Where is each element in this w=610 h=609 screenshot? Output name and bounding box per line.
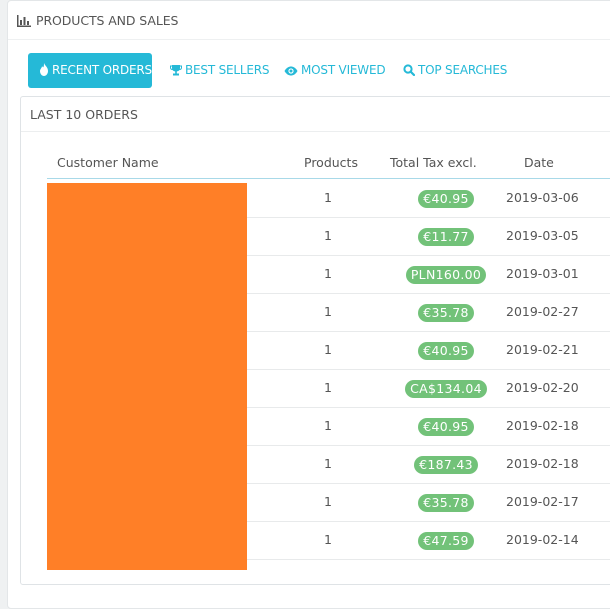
total-tax-excl: CA$134.04 [386,369,506,407]
total-tax-excl: PLN160.00 [386,255,506,293]
order-date: 2019-02-20 [506,380,579,395]
total-tax-excl: €40.95 [386,407,506,445]
products-count: 1 [324,342,332,357]
total-tax-excl: €35.78 [386,483,506,521]
tab-top-searches[interactable]: TOP SEARCHES [403,53,507,88]
products-count: 1 [324,266,332,281]
tab-label: MOST VIEWED [301,63,386,77]
products-count: 1 [324,494,332,509]
order-date: 2019-02-14 [506,532,579,547]
products-count: 1 [324,456,332,471]
total-badge: €40.95 [418,417,474,436]
bar-chart-icon [17,15,31,27]
total-tax-excl: €187.43 [386,445,506,483]
total-tax-excl: €11.77 [386,217,506,255]
fire-icon [40,63,48,76]
total-badge: CA$134.04 [405,379,487,398]
eye-icon [284,66,298,76]
column-header-products[interactable]: Products [304,155,358,170]
total-tax-excl: €47.59 [386,521,506,559]
tab-label: BEST SELLERS [185,63,270,77]
total-badge: €11.77 [418,227,474,246]
last-orders-title: LAST 10 ORDERS [30,107,138,122]
products-count: 1 [324,380,332,395]
total-tax-excl: €40.95 [386,179,506,217]
tab-best-sellers[interactable]: BEST SELLERS [170,53,269,88]
order-date: 2019-02-21 [506,342,579,357]
order-date: 2019-02-18 [506,456,579,471]
total-badge: €35.78 [418,303,474,322]
total-badge: €40.95 [418,189,474,208]
column-header-total-tax-excl[interactable]: Total Tax excl. [390,155,477,170]
products-count: 1 [324,228,332,243]
order-date: 2019-03-01 [506,266,579,281]
redacted-customer-names [47,183,247,570]
products-count: 1 [324,190,332,205]
order-date: 2019-03-05 [506,228,579,243]
total-badge: PLN160.00 [405,265,487,284]
total-badge: €35.78 [418,493,474,512]
tab-most-viewed[interactable]: MOST VIEWED [284,53,386,88]
products-count: 1 [324,532,332,547]
order-date: 2019-02-17 [506,494,579,509]
tab-label: TOP SEARCHES [418,63,508,77]
tab-recent-orders[interactable]: RECENT ORDERS [28,53,152,88]
order-date: 2019-02-27 [506,304,579,319]
order-date: 2019-02-18 [506,418,579,433]
column-header-customer-name[interactable]: Customer Name [57,155,159,170]
total-tax-excl: €35.78 [386,293,506,331]
panel-title: PRODUCTS AND SALES [36,13,179,28]
total-badge: €187.43 [414,455,478,474]
column-header-date[interactable]: Date [524,155,554,170]
total-badge: €40.95 [418,341,474,360]
divider [21,131,610,132]
products-count: 1 [324,304,332,319]
search-icon [403,64,416,77]
tab-label: RECENT ORDERS [52,63,152,77]
products-count: 1 [324,418,332,433]
order-date: 2019-03-06 [506,190,579,205]
panel-header: PRODUCTS AND SALES [8,1,610,40]
total-tax-excl: €40.95 [386,331,506,369]
trophy-icon [170,65,182,76]
total-badge: €47.59 [418,531,474,550]
